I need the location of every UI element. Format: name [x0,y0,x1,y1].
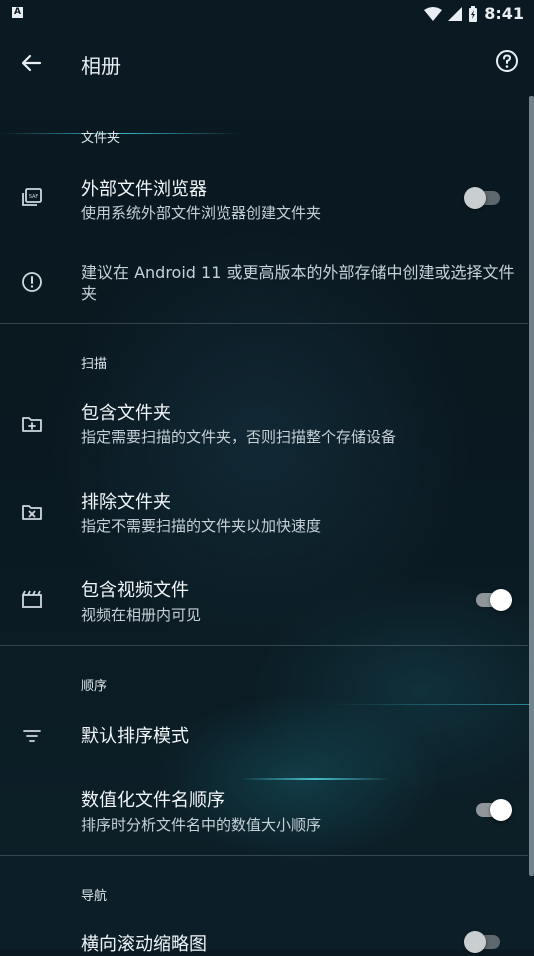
setting-title: 排除文件夹 [81,492,171,513]
svg-text:SAF: SAF [29,194,39,200]
sort-lines-icon [23,730,41,742]
page-title: 相册 [81,54,121,78]
battery-icon [469,5,478,22]
horizontal-scroll-toggle[interactable] [464,930,504,954]
section-divider [0,323,528,324]
setting-title: 数值化文件名顺序 [81,790,225,811]
folder-x-icon [22,505,42,520]
setting-title: 包含视频文件 [81,580,189,601]
toggle-thumb [464,187,486,209]
setting-title: 包含文件夹 [81,403,171,424]
status-time: 8:41 [484,4,524,23]
setting-exclude-folders[interactable]: 排除文件夹 指定不需要扫描的文件夹以加快速度 [0,472,528,556]
signal-icon [448,6,463,21]
setting-title: 横向滚动缩略图 [81,934,207,955]
numeric-sort-toggle[interactable] [472,798,512,822]
setting-subtitle: 排序时分析文件名中的数值大小顺序 [81,816,322,834]
arrow-back-icon[interactable] [16,48,46,78]
help-circle-icon[interactable] [494,48,520,74]
setting-external-file-browser[interactable]: SAF 外部文件浏览器 使用系统外部文件浏览器创建文件夹 [0,160,528,240]
toggle-thumb [490,799,512,821]
folder-plus-icon [22,417,42,432]
setting-subtitle: 指定不需要扫描的文件夹以加快速度 [81,517,322,535]
app-bar: 相册 [0,28,534,98]
toggle-thumb [490,589,512,611]
setting-title: 默认排序模式 [81,726,189,747]
info-circle-icon [22,272,42,292]
setting-subtitle: 使用系统外部文件浏览器创建文件夹 [81,204,322,222]
setting-title: 外部文件浏览器 [81,179,207,200]
setting-include-folders[interactable]: 包含文件夹 指定需要扫描的文件夹，否则扫描整个存储设备 [0,384,528,468]
setting-subtitle: 指定需要扫描的文件夹，否则扫描整个存储设备 [81,428,397,446]
setting-include-videos[interactable]: 包含视频文件 视频在相册内可见 [0,560,528,642]
setting-default-sort[interactable]: 默认排序模式 [0,706,528,766]
notice-android-11: 建议在 Android 11 或更高版本的外部存储中创建或选择文件夹 [0,248,528,318]
status-bar: A 8:41 [0,0,534,28]
section-divider [0,645,528,646]
external-browser-toggle[interactable] [464,186,504,210]
decor-glow-line [330,704,530,705]
notification-icon: A [12,7,23,18]
setting-subtitle: 视频在相册内可见 [81,606,202,624]
section-divider [0,855,528,856]
film-icon [22,590,42,608]
section-header-folders: 文件夹 [81,131,121,146]
setting-horizontal-scroll-thumbnails[interactable]: 横向滚动缩略图 [0,916,528,955]
section-header-order: 顺序 [81,679,108,694]
notice-text: 建议在 Android 11 或更高版本的外部存储中创建或选择文件夹 [81,263,515,303]
section-header-scan: 扫描 [81,357,108,372]
section-header-navigation: 导航 [81,889,108,904]
saf-folders-icon: SAF [22,188,42,206]
scrollbar[interactable] [529,96,534,876]
setting-numeric-filename-sort[interactable]: 数值化文件名顺序 排序时分析文件名中的数值大小顺序 [0,770,528,850]
wifi-icon [424,6,443,21]
include-videos-toggle[interactable] [472,588,512,612]
